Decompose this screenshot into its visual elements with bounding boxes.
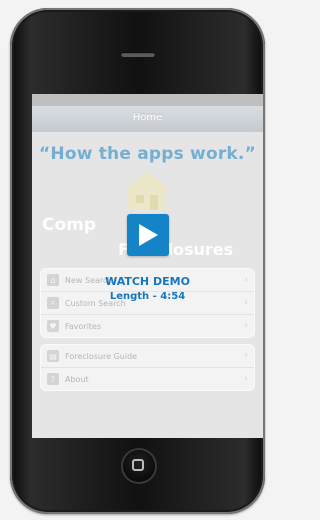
watch-demo-label[interactable]: WATCH DEMO (32, 275, 263, 288)
home-square-icon (132, 459, 144, 471)
phone-frame: Home “How the apps work.” Comp Foreclosu… (10, 8, 265, 514)
phone-screen: Home “How the apps work.” Comp Foreclosu… (32, 94, 263, 438)
video-overlay (32, 94, 263, 438)
play-icon (139, 224, 158, 246)
play-button[interactable] (127, 214, 169, 256)
video-length: Length - 4:54 (109, 291, 186, 302)
speaker-grille (121, 52, 155, 57)
home-button[interactable] (123, 450, 155, 482)
